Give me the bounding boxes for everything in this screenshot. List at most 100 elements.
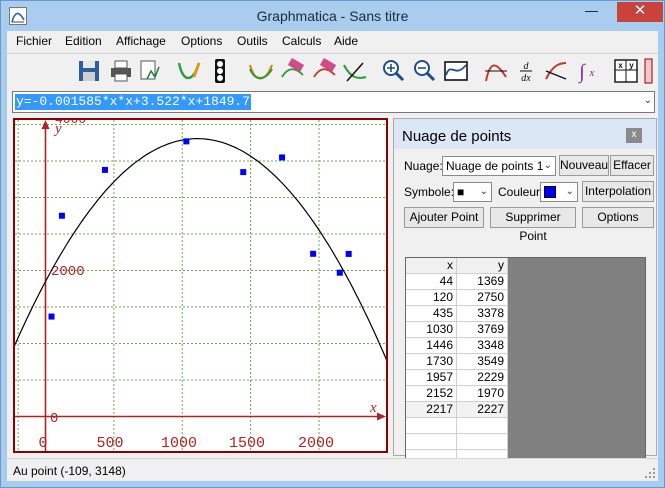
table-mode-icon[interactable]: xy [612, 57, 640, 85]
points-grid-body: x y 44 1369 120 2750 435 3378 1030 3769 1446 3348 17… [406, 258, 508, 476]
integral-icon[interactable]: ∫ x [572, 57, 600, 85]
title-bar[interactable]: Graphmatica - Sans titre — ✕ [1, 1, 664, 31]
toolbar-overflow-icon[interactable] [643, 57, 655, 85]
grid-cell-x[interactable]: 2152 [406, 386, 457, 402]
column-header-x[interactable]: x [406, 258, 457, 274]
data-points [48, 138, 352, 320]
menu-aide[interactable]: Aide [334, 34, 358, 48]
scatter-panel-header[interactable]: Nuage de points x [394, 119, 656, 149]
eraser-icon[interactable] [279, 57, 307, 85]
plot-svg[interactable]: 4000 2000 0 0 500 1000 1500 2000 x y [15, 120, 386, 451]
chevron-down-icon[interactable]: ⌄ [644, 95, 652, 106]
grid-cell-y[interactable]: 2227 [457, 402, 508, 418]
resize-grip-icon[interactable] [644, 467, 656, 479]
ajouter-point-button[interactable]: Ajouter Point [404, 207, 484, 228]
app-window: Graphmatica - Sans titre — ✕ Fichier Edi… [0, 0, 665, 488]
menu-calculs[interactable]: Calculs [282, 34, 321, 48]
nuage-select[interactable]: Nuage de points 1 ⌄ [442, 156, 556, 176]
data-point[interactable] [48, 313, 55, 320]
symbole-select[interactable]: ■ ⌄ [453, 182, 492, 202]
x-tick-1500-label: 1500 [229, 435, 265, 451]
data-point[interactable] [310, 250, 317, 257]
menu-outils[interactable]: Outils [237, 34, 268, 48]
nouveau-button[interactable]: Nouveau [559, 155, 609, 176]
save-icon[interactable] [75, 57, 103, 85]
x-tick-0-label: 0 [38, 435, 47, 451]
points-grid[interactable]: x y 44 1369 120 2750 435 3378 1030 3769 1446 3348 17… [405, 257, 646, 477]
grid-cell-x[interactable]: 435 [406, 306, 457, 322]
supprimer-point-button[interactable]: Supprimer Point [490, 207, 576, 243]
tangent-icon[interactable] [341, 57, 369, 85]
grid-cell-y[interactable]: 1970 [457, 386, 508, 402]
zoom-out-icon[interactable] [410, 57, 438, 85]
svg-text:dx: dx [521, 73, 531, 84]
grid-cell-x[interactable]: 1446 [406, 338, 457, 354]
panel-close-icon[interactable]: x [626, 128, 642, 143]
grid-cell-y[interactable]: 3549 [457, 354, 508, 370]
data-point[interactable] [183, 138, 190, 145]
data-point[interactable] [345, 250, 352, 257]
data-table-icon[interactable] [137, 57, 165, 85]
grid-cell-y[interactable]: 3348 [457, 338, 508, 354]
equation-combobox[interactable]: y=-0.001585*x*x+3.522*x+1849.7 ⌄ [12, 91, 655, 113]
grid-cell-x[interactable]: 120 [406, 290, 457, 306]
derivative-icon[interactable]: d dx [512, 57, 540, 85]
status-bar: Au point (-109, 3148) [7, 458, 658, 481]
nuage-label: Nuage: [404, 159, 443, 173]
effacer-button[interactable]: Effacer [610, 155, 654, 176]
grid-cell-y[interactable]: 3378 [457, 306, 508, 322]
column-header-y[interactable]: y [457, 258, 508, 274]
grid-cell-empty[interactable] [406, 434, 457, 450]
menu-bar: Fichier Edition Affichage Options Outils… [7, 31, 658, 52]
svg-text:d: d [524, 61, 530, 72]
menu-options[interactable]: Options [181, 34, 222, 48]
color-swatch [544, 186, 556, 198]
curve-color-icon[interactable] [175, 57, 203, 85]
close-window-button[interactable]: ✕ [617, 2, 663, 22]
scatter-panel: Nuage de points x Nuage: Nuage de points… [393, 118, 657, 477]
data-point[interactable] [101, 166, 108, 173]
grid-cell-y[interactable]: 2750 [457, 290, 508, 306]
grid-cell-empty[interactable] [457, 434, 508, 450]
zoom-in-icon[interactable] [379, 57, 407, 85]
grid-cell-x[interactable]: 1030 [406, 322, 457, 338]
minimize-button[interactable]: — [578, 2, 605, 22]
data-point[interactable] [279, 154, 286, 161]
symbole-label: Symbole: [404, 185, 455, 199]
grid-cell-y[interactable]: 2229 [457, 370, 508, 386]
grid-cell-empty[interactable] [406, 418, 457, 434]
grid-cell-x[interactable]: 1730 [406, 354, 457, 370]
tangent-line-icon[interactable] [542, 57, 570, 85]
data-point[interactable] [336, 269, 343, 276]
data-point[interactable] [58, 212, 65, 219]
menu-affichage[interactable]: Affichage [116, 34, 166, 48]
chevron-down-icon: ⌄ [543, 160, 552, 171]
equation-input[interactable]: y=-0.001585*x*x+3.522*x+1849.7 [15, 94, 252, 110]
chevron-down-icon: ⌄ [565, 186, 574, 197]
grid-cell-x[interactable]: 2217 [406, 402, 457, 418]
options-button[interactable]: Options [582, 207, 654, 228]
traffic-light-icon[interactable] [206, 57, 234, 85]
svg-text:x: x [589, 67, 595, 79]
redraw-icon[interactable] [247, 57, 275, 85]
grid-cell-y[interactable]: 1369 [457, 274, 508, 290]
interpolation-button[interactable]: Interpolation [582, 181, 654, 202]
data-point[interactable] [240, 169, 247, 176]
symbole-select-value: ■ [457, 185, 465, 199]
auto-grid-icon[interactable] [442, 57, 470, 85]
derivative-plot-icon[interactable] [482, 57, 510, 85]
print-icon[interactable] [107, 57, 135, 85]
menu-fichier[interactable]: Fichier [16, 34, 52, 48]
svg-text:∫: ∫ [577, 61, 586, 84]
grid-cell-empty[interactable] [457, 418, 508, 434]
menu-edition[interactable]: Edition [65, 34, 102, 48]
grid-cell-y[interactable]: 3769 [457, 322, 508, 338]
couleur-select[interactable]: ⌄ [540, 182, 578, 202]
client-area: Fichier Edition Affichage Options Outils… [7, 31, 658, 481]
x-axis-label: x [369, 400, 377, 416]
graph-canvas[interactable]: 4000 2000 0 0 500 1000 1500 2000 x y [13, 118, 388, 453]
status-text: Au point (-109, 3148) [13, 464, 126, 478]
erase-all-icon[interactable] [311, 57, 339, 85]
grid-cell-x[interactable]: 1957 [406, 370, 457, 386]
grid-cell-x[interactable]: 44 [406, 274, 457, 290]
